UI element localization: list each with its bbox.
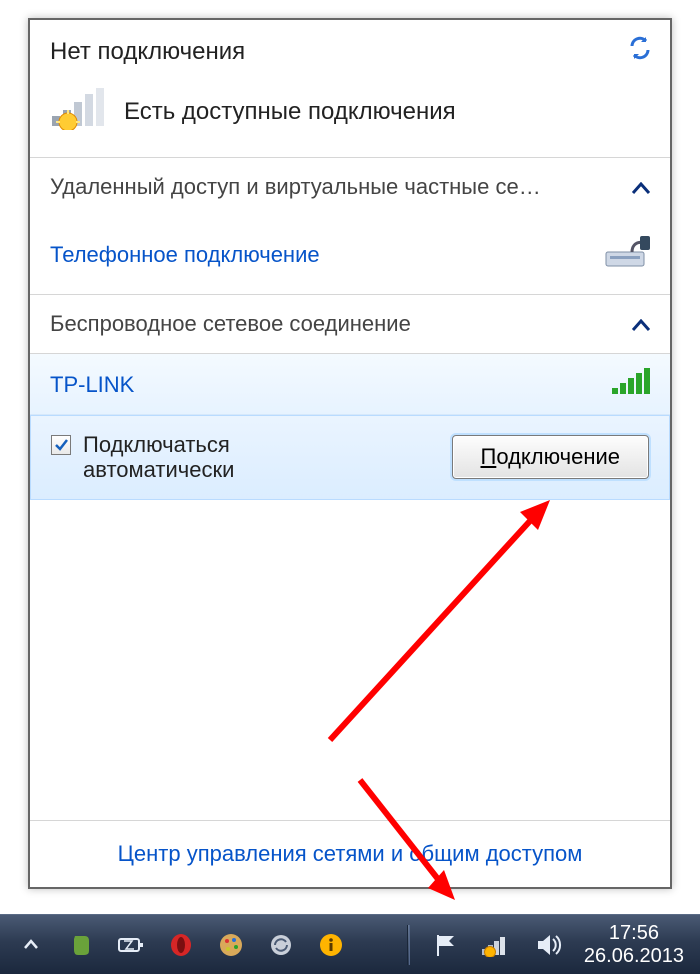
connect-button-accel: П <box>481 444 497 469</box>
connect-panel: Подключаться автоматически Подключение <box>30 415 670 500</box>
dialup-connection-label: Телефонное подключение <box>50 242 320 268</box>
dialup-vpn-title: Удаленный доступ и виртуальные частные с… <box>50 174 541 200</box>
evernote-icon[interactable] <box>64 928 98 962</box>
available-connections-row: Есть доступные подключения <box>30 76 670 157</box>
network-center-link[interactable]: Центр управления сетями и общим доступом <box>30 820 670 887</box>
sync-icon[interactable] <box>264 928 298 962</box>
flyout-header: Нет подключения <box>30 20 670 76</box>
chevron-up-icon <box>632 311 650 337</box>
taskbar-clock[interactable]: 17:56 26.06.2013 <box>584 922 690 968</box>
dialup-connection-item[interactable]: Телефонное подключение <box>30 216 670 294</box>
tray-divider <box>407 925 410 965</box>
wifi-network-name: TP-LINK <box>50 372 134 398</box>
taskbar-left <box>14 928 348 962</box>
dialup-vpn-section-header[interactable]: Удаленный доступ и виртуальные частные с… <box>30 157 670 216</box>
available-connections-label: Есть доступные подключения <box>124 98 456 126</box>
signal-available-icon <box>50 88 106 135</box>
wireless-section-title: Беспроводное сетевое соединение <box>50 311 411 337</box>
wifi-network-item[interactable]: TP-LINK <box>30 353 670 415</box>
auto-connect-checkbox[interactable]: Подключаться автоматически <box>51 432 234 483</box>
empty-area <box>30 500 670 820</box>
wireless-section-header[interactable]: Беспроводное сетевое соединение <box>30 294 670 353</box>
palette-icon[interactable] <box>214 928 248 962</box>
action-center-flag-icon[interactable] <box>428 928 462 962</box>
modem-icon <box>602 232 650 278</box>
taskbar: 17:56 26.06.2013 <box>0 914 700 974</box>
battery-icon[interactable] <box>114 928 148 962</box>
clock-time: 17:56 <box>584 922 684 945</box>
connect-button[interactable]: Подключение <box>452 435 650 479</box>
network-tray-icon[interactable] <box>480 928 514 962</box>
chevron-up-icon <box>632 174 650 200</box>
network-flyout: Нет подключения <box>28 18 672 889</box>
network-center-label: Центр управления сетями и общим доступом <box>118 841 583 866</box>
tray-overflow-icon[interactable] <box>14 928 48 962</box>
connect-button-rest: одключение <box>496 444 620 469</box>
refresh-icon[interactable] <box>628 36 652 60</box>
taskbar-right: 17:56 26.06.2013 <box>407 922 690 968</box>
info-icon[interactable] <box>314 928 348 962</box>
clock-date: 26.06.2013 <box>584 945 684 968</box>
volume-icon[interactable] <box>532 928 566 962</box>
connection-status-title: Нет подключения <box>50 38 650 66</box>
checkbox-icon <box>51 435 71 455</box>
auto-connect-label: Подключаться автоматически <box>83 432 234 483</box>
opera-icon[interactable] <box>164 928 198 962</box>
signal-strength-icon <box>612 368 650 402</box>
